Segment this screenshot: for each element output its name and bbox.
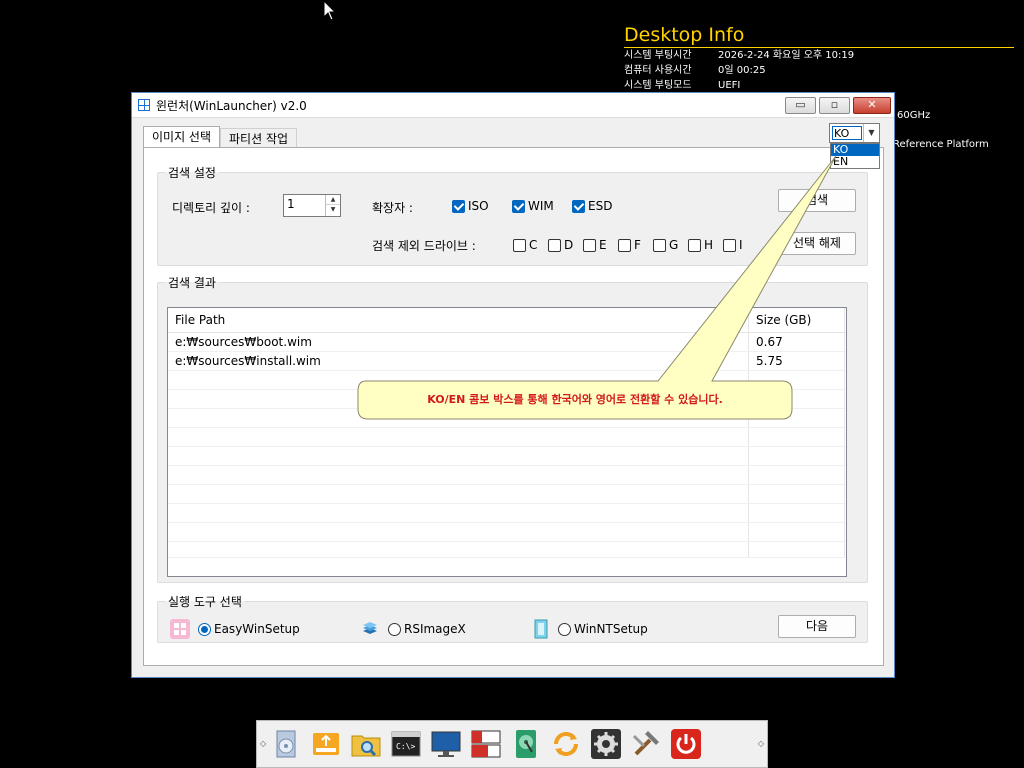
folder-search-icon[interactable] bbox=[349, 727, 383, 761]
callout-text: KO/EN 콤보 박스를 통해 한국어와 영어로 전환할 수 있습니다. bbox=[427, 393, 723, 406]
settings-gear-icon[interactable] bbox=[589, 727, 623, 761]
power-icon[interactable] bbox=[669, 727, 703, 761]
disk-partition-icon[interactable] bbox=[469, 727, 503, 761]
hard-disk-icon[interactable] bbox=[509, 727, 543, 761]
setup-disc-icon[interactable] bbox=[269, 727, 303, 761]
usb-drive-icon[interactable] bbox=[309, 727, 343, 761]
monitor-icon[interactable] bbox=[429, 727, 463, 761]
launcher-taskbar: ◇ ◇ C:\> bbox=[256, 720, 768, 768]
taskbar-scroll-right-icon[interactable]: ◇ bbox=[758, 739, 764, 748]
command-prompt-icon[interactable]: C:\> bbox=[389, 727, 423, 761]
taskbar-scroll-left-icon[interactable]: ◇ bbox=[260, 739, 266, 748]
tools-hammer-icon[interactable] bbox=[629, 727, 663, 761]
svg-text:C:\>: C:\> bbox=[396, 742, 415, 751]
sync-icon[interactable] bbox=[549, 727, 583, 761]
